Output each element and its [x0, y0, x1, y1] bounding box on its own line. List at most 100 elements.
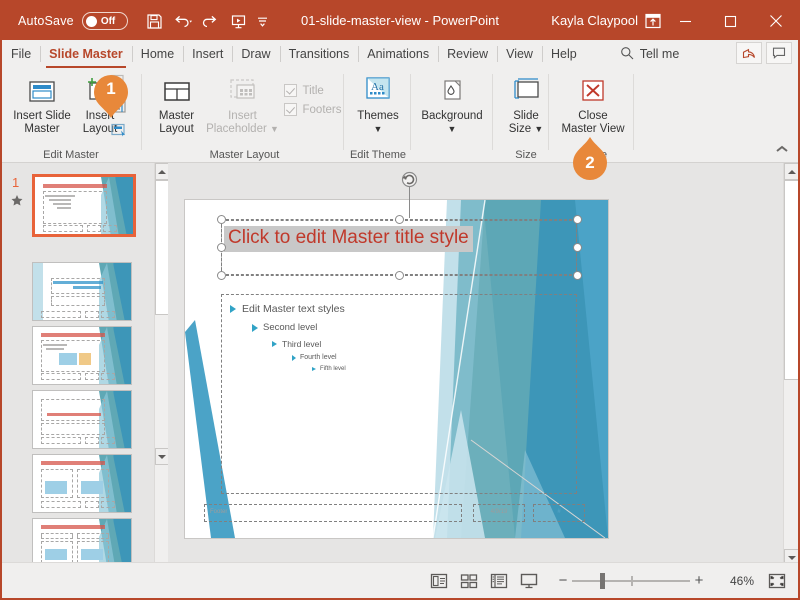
slide-thumbnail-pane[interactable]: 1: [2, 163, 168, 562]
close-master-view-button[interactable]: Close Master View: [555, 72, 631, 136]
thumbnail-number-box: [101, 501, 115, 508]
thumbnail-line: [43, 344, 67, 346]
ribbon-separator-6: [633, 74, 634, 150]
footers-checkbox[interactable]: [283, 103, 297, 116]
tab-slide-master[interactable]: Slide Master: [40, 40, 132, 68]
share-icon[interactable]: [736, 42, 762, 64]
window-controls: [663, 2, 798, 40]
resize-handle-middle-right[interactable]: [573, 243, 582, 252]
thumbnail-master-slide[interactable]: [32, 174, 136, 237]
thumbnail-frame: [32, 518, 132, 562]
bullet-triangle-icon: [272, 341, 277, 347]
zoom-out-button[interactable]: −: [554, 572, 572, 589]
customize-quick-access-toolbar-icon[interactable]: [254, 8, 272, 34]
tab-review[interactable]: Review: [438, 40, 497, 68]
ribbon-display-options-icon[interactable]: [643, 11, 663, 31]
list-item[interactable]: [32, 390, 132, 449]
background-button[interactable]: Background ▼: [415, 72, 489, 136]
list-item[interactable]: [32, 262, 132, 321]
scroll-down-icon[interactable]: [155, 448, 168, 465]
zoom-in-button[interactable]: +: [690, 572, 708, 589]
close-button[interactable]: [753, 2, 798, 40]
bullet-triangle-icon: [292, 354, 296, 361]
reading-view-icon[interactable]: [484, 569, 514, 593]
slide-editing-area[interactable]: Click to edit Master title style Edit Ma…: [168, 163, 783, 562]
save-icon[interactable]: [142, 8, 168, 34]
comments-icon[interactable]: [766, 42, 792, 64]
thumbnail-number-box: [103, 225, 117, 232]
resize-handle-top-right[interactable]: [573, 215, 582, 224]
thumbnail-image: [79, 353, 91, 365]
title-checkbox[interactable]: [283, 84, 297, 97]
footer-placeholder[interactable]: Footer: [204, 504, 462, 522]
scrollbar-thumb[interactable]: [784, 180, 798, 380]
scroll-up-icon[interactable]: [784, 163, 798, 180]
tab-insert[interactable]: Insert: [183, 40, 232, 68]
resize-handle-top-left[interactable]: [217, 215, 226, 224]
resize-handle-bottom-right[interactable]: [573, 271, 582, 280]
status-bar: − + 46%: [2, 562, 798, 598]
thumbnail-frame: [32, 262, 132, 321]
title-checkbox-row[interactable]: Title: [283, 84, 342, 97]
chevron-up-icon[interactable]: [774, 142, 790, 156]
insert-slide-master-button[interactable]: Insert Slide Master: [13, 72, 71, 136]
user-account-name[interactable]: Kayla Claypool: [551, 13, 638, 28]
search-icon: [620, 46, 634, 63]
thumbnail-line: [46, 348, 64, 350]
zoom-control[interactable]: − +: [554, 572, 708, 589]
resize-handle-bottom-center[interactable]: [395, 271, 404, 280]
normal-view-icon[interactable]: [424, 569, 454, 593]
maximize-button[interactable]: [708, 2, 753, 40]
themes-button[interactable]: Aa Themes ▼: [349, 72, 407, 136]
tab-help[interactable]: Help: [541, 40, 586, 68]
thumbnail-title-text: [41, 333, 105, 337]
group-label-master-layout: Master Layout: [209, 149, 280, 161]
minimize-button[interactable]: [663, 2, 708, 40]
body-placeholder[interactable]: Edit Master text styles Second level Thi…: [221, 294, 577, 494]
thumbnail-scrollbar[interactable]: [154, 163, 168, 562]
resize-handle-top-center[interactable]: [395, 215, 404, 224]
background-label: Background ▼: [421, 110, 483, 134]
list-item[interactable]: [32, 326, 132, 385]
slide-number-placeholder[interactable]: #: [533, 504, 585, 522]
fit-slide-to-window-icon[interactable]: [762, 569, 792, 593]
slide-show-icon[interactable]: [514, 569, 544, 593]
zoom-percentage[interactable]: 46%: [714, 574, 754, 588]
scrollbar-thumb[interactable]: [155, 180, 168, 315]
tab-home[interactable]: Home: [131, 40, 183, 68]
title-selection-box: [221, 219, 577, 275]
rotation-handle[interactable]: [401, 171, 418, 188]
list-item[interactable]: [32, 518, 132, 562]
tab-view[interactable]: View: [497, 40, 542, 68]
autosave-toggle[interactable]: Off: [81, 12, 128, 30]
preserve-master-icon[interactable]: [110, 122, 128, 143]
tab-animations[interactable]: Animations: [358, 40, 438, 68]
redo-icon[interactable]: [198, 8, 224, 34]
date-placeholder[interactable]: 4/9/19: [473, 504, 525, 522]
slide-size-button[interactable]: Slide Size ▼: [497, 72, 555, 136]
editing-area-scrollbar[interactable]: [783, 163, 798, 566]
autosave-state: Off: [100, 15, 116, 27]
master-layout-button[interactable]: Master Layout: [148, 72, 206, 136]
insert-placeholder-button[interactable]: Insert Placeholder ▼: [206, 72, 280, 136]
start-from-beginning-icon[interactable]: [226, 8, 252, 34]
tab-file[interactable]: File: [2, 40, 40, 68]
scroll-up-icon[interactable]: [155, 163, 168, 180]
title-bar: AutoSave Off 01-slide-master-view - Powe…: [2, 2, 798, 40]
thumbnail-frame: [32, 326, 132, 385]
bullet-level-2-text: Second level: [263, 322, 318, 333]
undo-icon[interactable]: [170, 8, 196, 34]
resize-handle-middle-left[interactable]: [217, 243, 226, 252]
ribbon-group-background: Background ▼: [414, 68, 490, 163]
tab-transitions[interactable]: Transitions: [279, 40, 359, 68]
thumbnail-image: [81, 549, 103, 560]
zoom-slider[interactable]: [572, 572, 690, 589]
resize-handle-bottom-left[interactable]: [217, 271, 226, 280]
tab-draw[interactable]: Draw: [232, 40, 279, 68]
tell-me-search[interactable]: Tell me: [620, 46, 679, 63]
zoom-slider-handle[interactable]: [600, 572, 605, 589]
slide-sorter-view-icon[interactable]: [454, 569, 484, 593]
footers-checkbox-row[interactable]: Footers: [283, 103, 342, 116]
insert-placeholder-label: Insert Placeholder ▼: [206, 110, 279, 135]
list-item[interactable]: [32, 454, 132, 513]
